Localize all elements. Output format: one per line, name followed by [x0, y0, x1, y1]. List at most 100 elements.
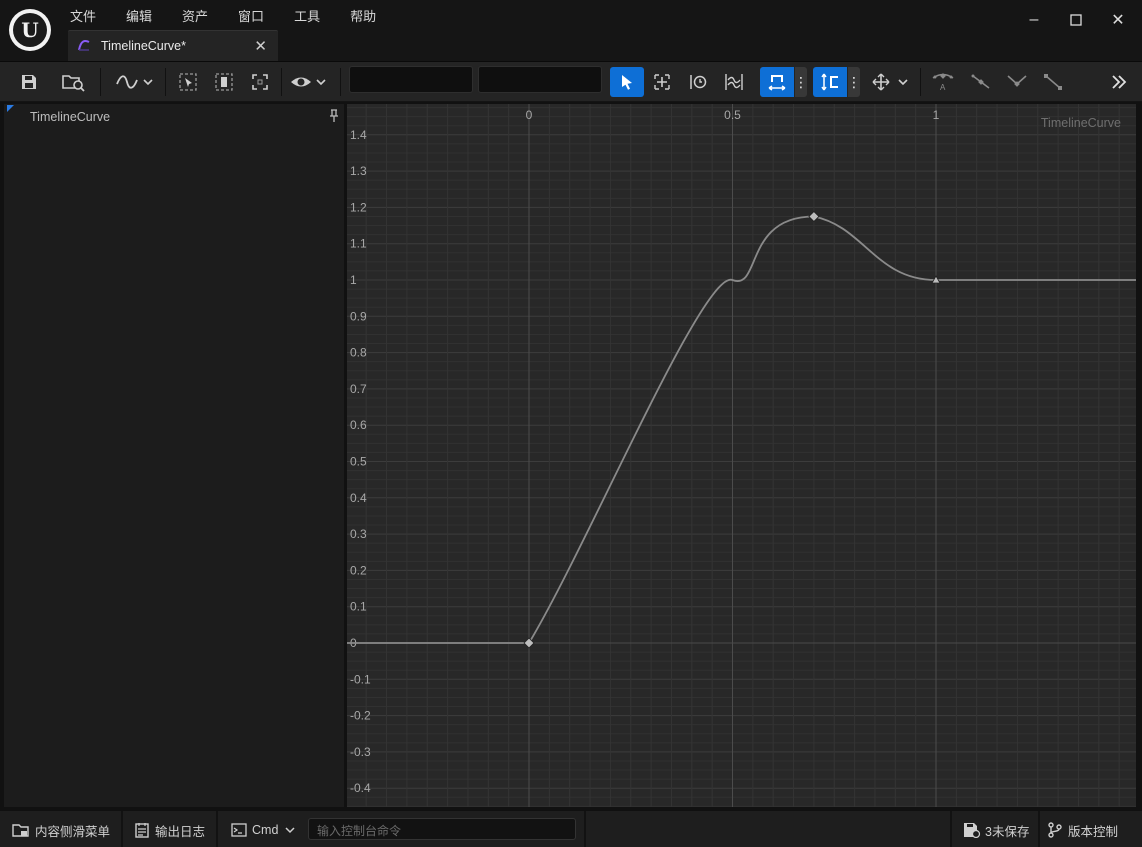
frame-all-icon — [252, 74, 268, 90]
select-key-icon — [215, 73, 233, 91]
toolbar-divider — [281, 68, 282, 96]
toolbar-divider — [165, 68, 166, 96]
y-tick-label: 0.2 — [350, 563, 367, 577]
visibility-dropdown[interactable] — [288, 67, 330, 97]
curve-graph[interactable]: 1.4 1.3 1.2 1.1 1 0.9 0.8 0.7 0.6 0.5 0.4 0.3 0.2 0.1… — [347, 104, 1136, 807]
more-options-button[interactable] — [1104, 67, 1134, 97]
axis-snap-dropdown[interactable] — [868, 67, 910, 97]
y-tick-label: -0.1 — [350, 672, 371, 686]
console-command-input[interactable]: 输入控制台命令 — [308, 818, 576, 840]
curve-graph-canvas[interactable]: 1.4 1.3 1.2 1.1 1 0.9 0.8 0.7 0.6 0.5 0.4 0.3 0.2 0.1… — [347, 104, 1136, 807]
tab-close-button[interactable]: ✕ — [254, 37, 267, 55]
status-divider — [1038, 811, 1040, 847]
tab-title: TimelineCurve* — [101, 39, 186, 53]
status-divider — [121, 811, 123, 847]
cursor-icon — [622, 75, 632, 90]
source-control-icon — [1048, 822, 1062, 838]
status-bar: 内容侧滑菜单 输出日志 Cmd 输入控制台命令 3未保存 版本控制 — [0, 810, 1142, 847]
save-button[interactable] — [14, 67, 44, 97]
unsaved-count-label: 3未保存 — [985, 824, 1030, 839]
y-tick-label: -0.2 — [350, 709, 371, 723]
snap-time-icon — [768, 75, 786, 91]
browse-asset-button[interactable] — [57, 67, 89, 97]
curve-name-label: TimelineCurve — [1041, 116, 1121, 130]
retime-tool-button[interactable] — [684, 67, 712, 97]
status-divider — [216, 811, 218, 847]
linear-tangent-icon — [1044, 74, 1062, 90]
y-tick-label: 1.1 — [350, 237, 367, 251]
snap-value-options[interactable]: ⋮ — [847, 67, 861, 97]
user-tangent-icon — [971, 74, 990, 89]
snap-time-options[interactable]: ⋮ — [794, 67, 808, 97]
output-log-button[interactable]: 输出日志 — [135, 818, 205, 842]
select-frame-icon — [179, 73, 197, 91]
menu-file[interactable]: 文件 — [60, 4, 106, 27]
multi-scale-tool-button[interactable] — [720, 67, 748, 97]
key-time-input[interactable] — [349, 66, 473, 93]
x-tick-label: 1 — [933, 108, 940, 122]
panel-corner-marker — [7, 105, 14, 112]
y-tick-label: 0.6 — [350, 418, 367, 432]
content-drawer-button[interactable]: 内容侧滑菜单 — [12, 818, 110, 842]
transform-tool-button[interactable] — [648, 67, 676, 97]
linear-tangent-button[interactable] — [1038, 67, 1068, 97]
source-control-label: 版本控制 — [1068, 824, 1119, 839]
svg-text:A: A — [940, 83, 946, 92]
y-tick-label: 1.4 — [350, 128, 367, 142]
key-value-input[interactable] — [478, 66, 602, 93]
curve-list-item[interactable]: TimelineCurve — [30, 110, 110, 124]
cmd-dropdown[interactable]: Cmd — [231, 818, 296, 842]
axis-snap-icon — [872, 73, 908, 91]
snap-value-button[interactable] — [813, 67, 847, 97]
keyframe-point — [808, 210, 820, 222]
keyframe-point — [523, 637, 535, 649]
maximize-icon — [1070, 14, 1082, 26]
chevron-down-icon — [285, 827, 295, 834]
curve-view-dropdown[interactable] — [113, 67, 155, 97]
menu-edit[interactable]: 编辑 — [116, 4, 162, 27]
select-tool-button[interactable] — [610, 67, 644, 97]
chevron-double-right-icon — [1112, 75, 1127, 89]
cmd-label: Cmd — [252, 823, 279, 837]
maximize-button[interactable] — [1063, 8, 1089, 32]
user-tangent-button[interactable] — [966, 67, 996, 97]
y-tick-label: 0.4 — [350, 491, 367, 505]
curve-view-icon — [116, 75, 153, 89]
select-key-button[interactable] — [210, 67, 238, 97]
pin-icon[interactable] — [329, 109, 339, 123]
console-icon — [231, 823, 247, 837]
document-tab[interactable]: TimelineCurve* ✕ — [68, 30, 278, 61]
select-frame-button[interactable] — [174, 67, 202, 97]
menu-asset[interactable]: 资产 — [172, 4, 218, 27]
snap-value-icon — [821, 73, 838, 91]
toolbar-divider — [920, 68, 921, 96]
browse-asset-icon — [62, 75, 85, 92]
auto-tangent-button[interactable]: A — [928, 67, 958, 97]
visibility-icon — [291, 77, 326, 87]
toolbar-divider — [340, 68, 341, 96]
unsaved-assets-button[interactable]: 3未保存 — [963, 818, 1029, 842]
frame-all-button[interactable] — [246, 67, 274, 97]
curve-list-panel: TimelineCurve — [4, 104, 344, 807]
close-window-button[interactable]: ✕ — [1105, 8, 1131, 32]
y-tick-label: 1.3 — [350, 164, 367, 178]
y-tick-label: 0.5 — [350, 455, 367, 469]
toolbar: ⋮ ⋮ A — [0, 62, 1142, 102]
y-tick-label: 1 — [350, 273, 357, 287]
menu-tools[interactable]: 工具 — [284, 4, 330, 27]
unreal-logo-icon[interactable]: U — [9, 9, 51, 51]
toolbar-divider — [100, 68, 101, 96]
status-divider — [950, 811, 952, 847]
transform-icon — [654, 74, 670, 90]
save-icon — [22, 75, 36, 89]
menu-help[interactable]: 帮助 — [340, 4, 386, 27]
output-log-label: 输出日志 — [155, 824, 206, 839]
snap-time-button[interactable] — [760, 67, 794, 97]
menu-window[interactable]: 窗口 — [228, 4, 274, 27]
y-tick-label: 0.8 — [350, 346, 367, 360]
minimize-button[interactable]: – — [1021, 8, 1047, 32]
multi-scale-icon — [725, 74, 743, 90]
break-tangent-button[interactable] — [1002, 67, 1032, 97]
curve-asset-icon — [78, 40, 90, 51]
source-control-button[interactable]: 版本控制 — [1048, 818, 1118, 842]
